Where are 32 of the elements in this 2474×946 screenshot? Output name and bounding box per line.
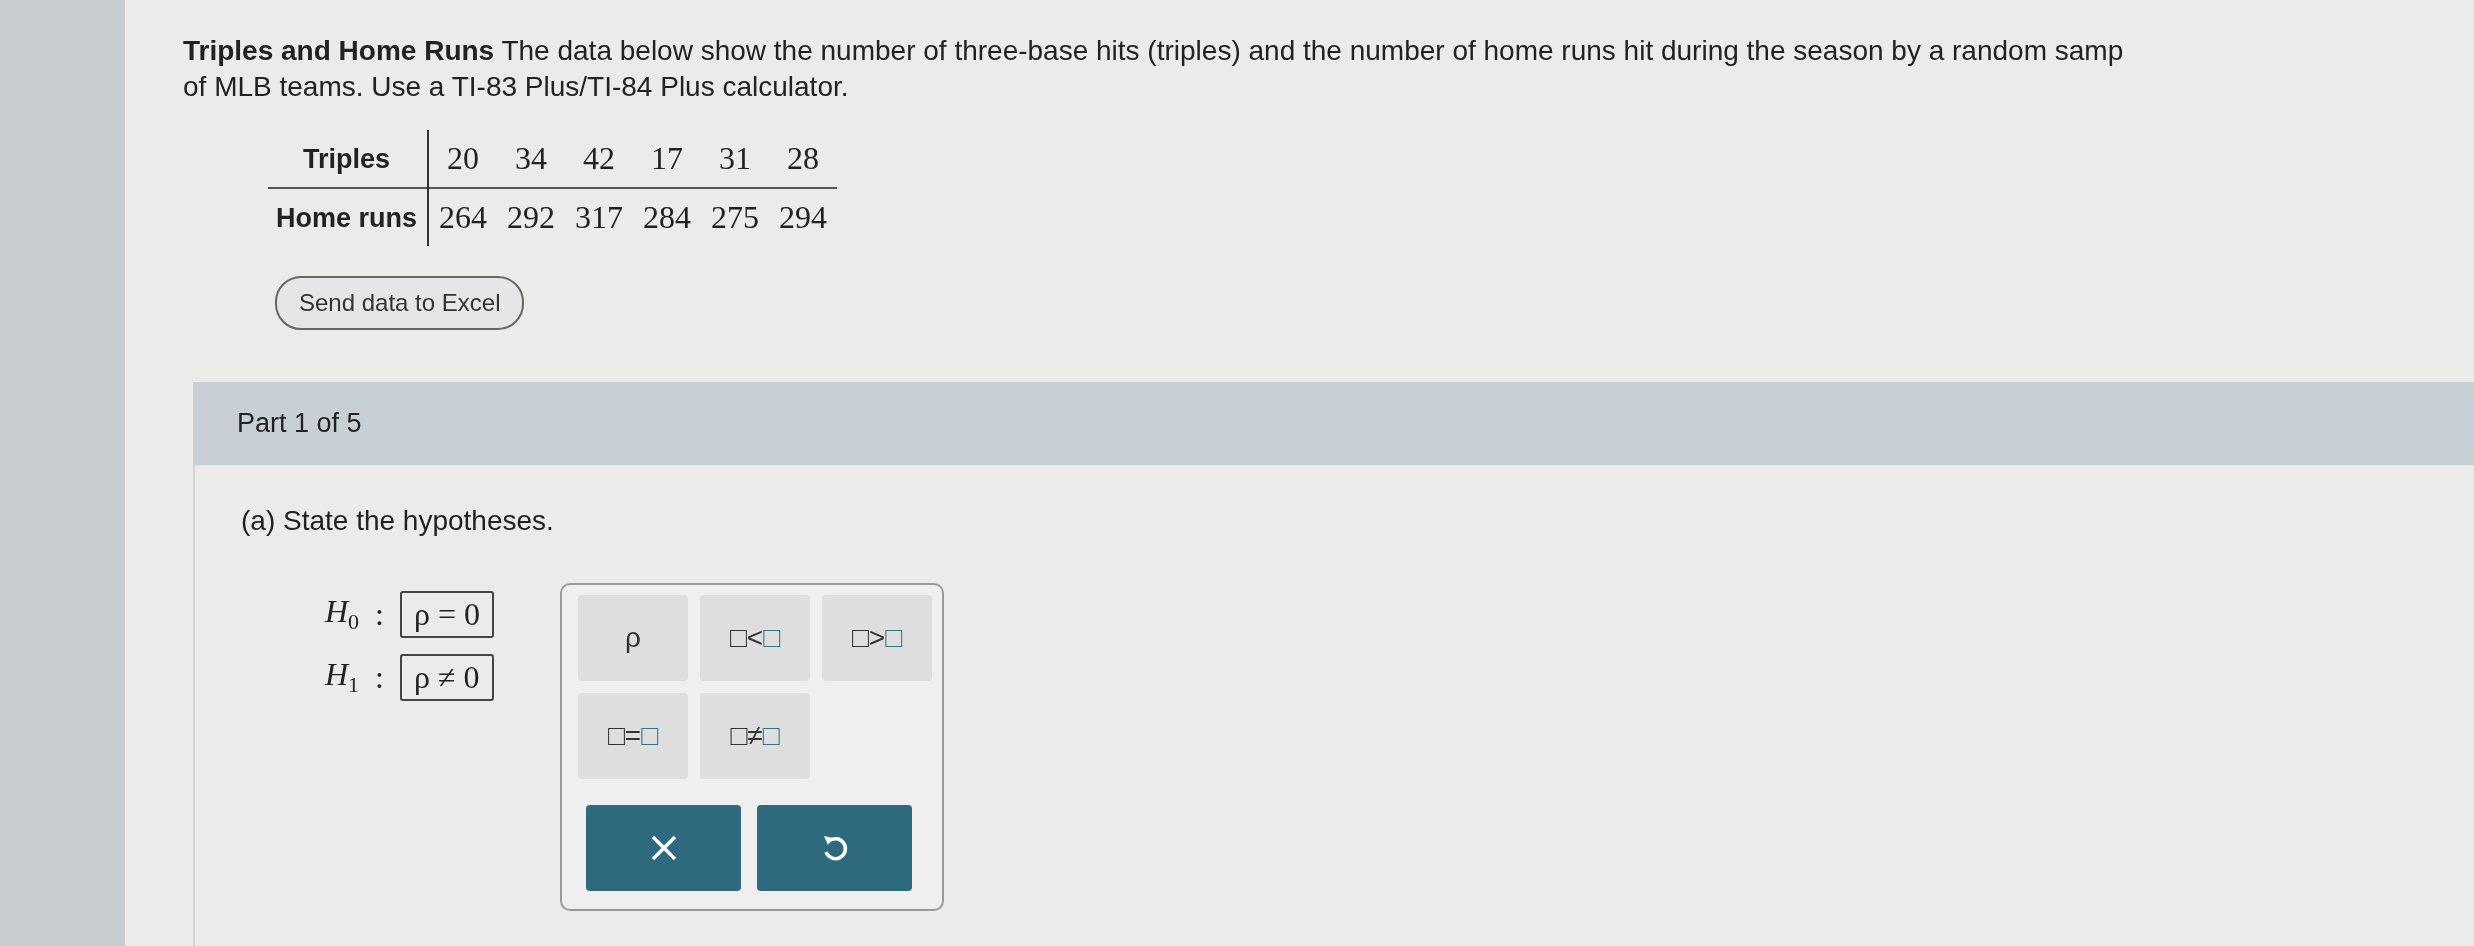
palette-key[interactable]: □>□: [822, 595, 932, 681]
table-cell: 42: [565, 130, 634, 188]
table-cell: 275: [701, 188, 770, 246]
palette-key[interactable]: □<□: [700, 595, 810, 681]
hypothesis-label: H$_{0}$: [325, 593, 360, 636]
palette-key[interactable]: □=□: [578, 693, 688, 779]
colon: :: [375, 596, 384, 633]
answer-field[interactable]: ρ = 0: [400, 591, 494, 638]
table-cell: 294: [769, 188, 838, 246]
table-cell: 28: [769, 130, 838, 188]
row-header: Home runs: [268, 188, 429, 246]
table-cell: 292: [497, 188, 566, 246]
problem-text: of MLB teams. Use a TI-83 Plus/TI-84 Plus calculator.: [183, 70, 850, 104]
table-cell: 20: [428, 130, 498, 188]
answer-field[interactable]: ρ ≠ 0: [400, 654, 494, 701]
colon: :: [375, 659, 384, 696]
table-cell: 284: [633, 188, 702, 246]
table-cell: 31: [701, 130, 770, 188]
table-cell: 264: [428, 188, 498, 246]
clear-button[interactable]: [586, 805, 741, 891]
palette-key[interactable]: □≠□: [700, 693, 810, 779]
part-banner: Part 1 of 5: [193, 382, 2474, 465]
problem-text: Triples and Home Runs The data below show the number of three-base hits (triples) and the number of home runs hit during the season by a random samp: [183, 34, 2125, 68]
table-cell: 34: [497, 130, 566, 188]
palette-key[interactable]: ρ: [578, 595, 688, 681]
question-text: (a) State the hypotheses.: [241, 505, 555, 537]
undo-button[interactable]: [757, 805, 912, 891]
table-cell: 317: [565, 188, 634, 246]
send-to-excel-button[interactable]: Send data to Excel: [275, 276, 525, 330]
row-header: Triples: [268, 130, 429, 188]
table-cell: 17: [633, 130, 702, 188]
hypothesis-label: H$_{1}$: [325, 656, 360, 699]
